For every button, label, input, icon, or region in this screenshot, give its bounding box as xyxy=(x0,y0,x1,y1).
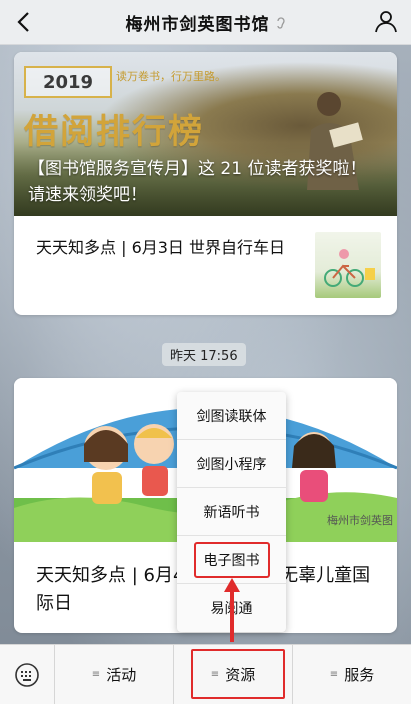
popup-item-label: 新语听书 xyxy=(203,504,260,521)
menu-label: 活动 xyxy=(106,666,137,684)
account-watermark: 梅州市剑英图 xyxy=(327,514,393,527)
chevron-left-icon xyxy=(17,12,29,32)
keyboard-icon xyxy=(15,662,39,687)
article-card-1[interactable]: 2019 读万卷书，行万里路。 借阅排行榜 【图书馆服务宣传月】这 21 位读者… xyxy=(14,52,397,315)
bicycle-illustration xyxy=(324,249,375,287)
menu-lines-icon: ≡ xyxy=(91,669,101,680)
banner-caption: 【图书馆服务宣传月】这 21 位读者获奖啦！请速来领奖吧！ xyxy=(28,159,367,205)
menu-lines-icon: ≡ xyxy=(329,669,339,680)
popup-item-ebooks[interactable]: 电子图书 xyxy=(177,536,286,584)
timestamp-badge: 昨天 17:56 xyxy=(162,343,246,366)
person-icon xyxy=(375,11,397,33)
article-thumbnail xyxy=(315,232,381,298)
menu-label: 服务 xyxy=(344,666,375,684)
pointer-arrow-icon xyxy=(224,578,240,642)
article-item-title: 天天知多点 | 6月3日 世界自行车日 xyxy=(36,238,286,257)
banner-slogan: 读万卷书，行万里路。 xyxy=(116,70,226,83)
ear-icon xyxy=(276,15,286,29)
popup-item-reading-alliance[interactable]: 剑图读联体 xyxy=(177,392,286,440)
back-button[interactable] xyxy=(10,8,38,36)
popup-item-label: 剑图读联体 xyxy=(196,408,267,425)
menu-activities[interactable]: ≡ 活动 xyxy=(55,645,174,704)
keyboard-toggle-button[interactable] xyxy=(0,645,55,704)
popup-item-label: 电子图书 xyxy=(193,541,270,578)
menu-services[interactable]: ≡ 服务 xyxy=(293,645,411,704)
page-title: 梅州市剑英图书馆 xyxy=(125,14,270,35)
banner-year: 2019 xyxy=(24,66,112,98)
article-item-1[interactable]: 天天知多点 | 6月3日 世界自行车日 xyxy=(14,216,397,315)
banner-big-title: 借阅排行榜 xyxy=(24,112,204,152)
popup-item-audiobooks[interactable]: 新语听书 xyxy=(177,488,286,536)
bottom-menu-bar: ≡ 活动 ≡ 资源 ≡ 服务 xyxy=(0,644,411,704)
highlight-box xyxy=(191,649,285,699)
top-bar: 梅州市剑英图书馆 xyxy=(0,0,411,45)
article-banner-1[interactable]: 2019 读万卷书，行万里路。 借阅排行榜 【图书馆服务宣传月】这 21 位读者… xyxy=(14,52,397,216)
popup-item-label: 剑图小程序 xyxy=(196,456,267,473)
profile-button[interactable] xyxy=(373,8,399,34)
menu-resources[interactable]: ≡ 资源 xyxy=(174,645,293,704)
popup-item-mini-program[interactable]: 剑图小程序 xyxy=(177,440,286,488)
